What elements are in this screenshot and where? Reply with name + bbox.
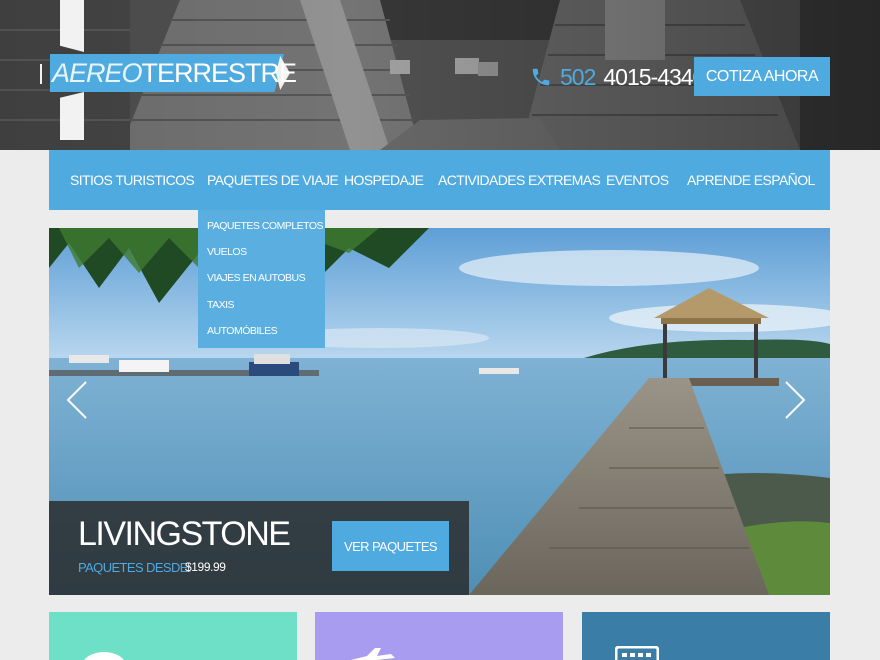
logo-text-terrestre: TERRESTRE <box>141 58 298 88</box>
header-banner: AEREOTERRESTRE 502 4015-4340 COTIZA AHOR… <box>0 0 880 150</box>
feature-tile-flights[interactable] <box>315 612 563 660</box>
dropdown-item-automobiles[interactable]: AUTOMÓBILES <box>207 325 278 337</box>
dropdown-item-vuelos[interactable]: VUELOS <box>207 246 247 258</box>
slide-price-label: PAQUETES DESDE: <box>78 560 191 575</box>
dropdown-item-taxis[interactable]: TAXIS <box>207 299 235 311</box>
phone-icon <box>530 66 552 88</box>
dropdown-item-autobus[interactable]: VIAJES EN AUTOBUS <box>207 272 306 284</box>
logo-text-aereo: AEREO <box>52 58 143 88</box>
nav-item-paquetes[interactable]: PAQUETES DE VIAJE <box>207 150 339 210</box>
dropdown-item-paquetes-completos[interactable]: PAQUETES COMPLETOS <box>207 220 324 232</box>
logo-bar-bottom <box>60 92 84 140</box>
chevron-left-icon <box>66 381 87 419</box>
view-packages-button[interactable]: VER PAQUETES <box>332 521 449 571</box>
slide-caption: LIVINGSTONE PAQUETES DESDE: $199.99 VER … <box>49 501 469 595</box>
nav-item-eventos[interactable]: EVENTOS <box>606 150 669 210</box>
nav-dropdown-paquetes: PAQUETES COMPLETOS VUELOS VIAJES EN AUTO… <box>198 210 325 348</box>
nav-item-sitios[interactable]: SITIOS TURISTICOS <box>70 150 195 210</box>
phone-number: 4015-4340 <box>603 63 705 90</box>
logo-text: AEREOTERRESTRE <box>52 56 298 90</box>
chevron-right-icon <box>785 381 806 419</box>
logo-line <box>40 64 42 84</box>
slider-next-arrow[interactable] <box>780 378 810 422</box>
phone-contact[interactable]: 502 4015-4340 <box>530 60 705 94</box>
logo-bar-top <box>60 0 84 52</box>
chat-icon <box>84 652 124 660</box>
site-logo[interactable]: AEREOTERRESTRE <box>40 0 300 145</box>
slider-prev-arrow[interactable] <box>62 378 92 422</box>
feature-tile-chat[interactable] <box>49 612 297 660</box>
nav-item-actividades[interactable]: ACTIVIDADES EXTREMAS <box>438 150 601 210</box>
nav-item-hospedaje[interactable]: HOSPEDAJE <box>344 150 424 210</box>
main-nav: SITIOS TURISTICOS PAQUETES DE VIAJE HOSP… <box>49 150 830 210</box>
phone-code: 502 <box>560 63 596 90</box>
feature-tile-calendar[interactable] <box>582 612 830 660</box>
airplane-icon <box>351 648 395 660</box>
quote-button[interactable]: COTIZA AHORA <box>694 57 830 96</box>
slide-title: LIVINGSTONE <box>78 515 291 553</box>
slide-price: $199.99 <box>185 560 226 574</box>
nav-item-aprende[interactable]: APRENDE ESPAÑOL <box>687 150 815 210</box>
calendar-icon <box>615 646 659 660</box>
